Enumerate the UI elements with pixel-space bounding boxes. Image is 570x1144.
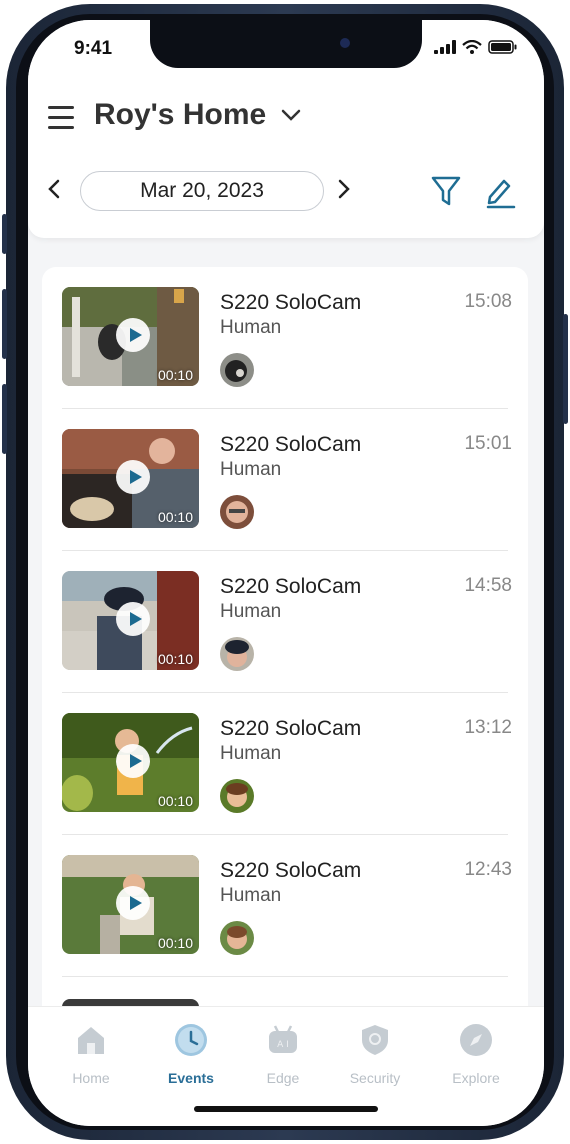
event-time: 14:58 (464, 575, 512, 596)
mute-switch (2, 214, 7, 254)
camera-name: S220 SoloCam (220, 291, 362, 314)
clip-duration: 00:10 (157, 651, 193, 667)
camera-name: S220 SoloCam (220, 859, 362, 882)
ai-robot-icon: A I (269, 1025, 297, 1053)
svg-text:A I: A I (277, 1040, 289, 1050)
camera-name: S220 SoloCam (220, 433, 362, 456)
tab-label: Security (349, 1070, 401, 1086)
tab-label: Events (168, 1070, 214, 1086)
next-date-icon[interactable] (336, 178, 352, 200)
clip-duration: 00:10 (157, 793, 193, 809)
filter-icon[interactable] (430, 174, 462, 208)
play-icon[interactable] (116, 886, 150, 920)
clip-duration: 00:10 (157, 509, 193, 525)
clip-duration: 00:10 (157, 935, 193, 951)
compass-icon (460, 1024, 492, 1056)
face-avatar[interactable] (220, 637, 254, 671)
event-row[interactable]: 00:10 S220 SoloCam Human 15:01 (42, 409, 528, 551)
date-picker[interactable]: Mar 20, 2023 (80, 171, 324, 211)
tab-edge[interactable]: A I Edge (238, 1023, 328, 1086)
event-row[interactable]: 00:10 S220 SoloCam Human 14:58 (42, 551, 528, 693)
notch (150, 20, 422, 68)
previous-date-icon[interactable] (46, 178, 62, 200)
signal-icon (434, 40, 456, 54)
event-time: 15:01 (464, 433, 512, 454)
clock-icon (175, 1024, 207, 1056)
play-icon[interactable] (116, 318, 150, 352)
event-type: Human (220, 743, 282, 764)
tab-home[interactable]: Home (46, 1023, 136, 1086)
play-icon[interactable] (116, 460, 150, 494)
power-button (563, 314, 568, 424)
event-time: 12:43 (464, 859, 512, 880)
edit-icon[interactable] (484, 175, 516, 209)
home-icon (78, 1027, 104, 1054)
camera-name: S220 SoloCam (220, 717, 362, 740)
tab-label: Edge (266, 1070, 300, 1086)
event-list[interactable]: 00:10 S220 SoloCam Human 15:08 00:10 S22… (42, 267, 528, 1047)
screen: Roy's Home Mar 20, 2023 9:41 00:10 S220 … (28, 20, 544, 1126)
tab-explore[interactable]: Explore (431, 1023, 521, 1086)
tab-events[interactable]: Events (146, 1023, 236, 1086)
event-thumbnail[interactable]: 00:10 (62, 429, 199, 528)
home-title[interactable]: Roy's Home (94, 98, 266, 132)
face-avatar[interactable] (220, 779, 254, 813)
play-icon[interactable] (116, 602, 150, 636)
event-type: Human (220, 601, 282, 622)
event-thumbnail[interactable]: 00:10 (62, 287, 199, 386)
event-type: Human (220, 317, 282, 338)
tab-label: Home (72, 1070, 110, 1086)
face-avatar[interactable] (220, 495, 254, 529)
tab-label: Explore (452, 1070, 500, 1086)
battery-icon (488, 40, 517, 54)
event-row[interactable]: 00:10 S220 SoloCam Human 12:43 (42, 835, 528, 977)
event-time: 13:12 (464, 717, 512, 738)
event-type: Human (220, 885, 282, 906)
wifi-icon (462, 40, 482, 54)
event-row[interactable]: 00:10 S220 SoloCam Human 15:08 (42, 267, 528, 409)
tab-security[interactable]: Security (330, 1023, 420, 1086)
hamburger-menu-icon[interactable] (48, 106, 74, 130)
home-indicator (194, 1106, 378, 1112)
event-thumbnail[interactable]: 00:10 (62, 713, 199, 812)
clip-duration: 00:10 (157, 367, 193, 383)
face-avatar[interactable] (220, 921, 254, 955)
shield-icon (362, 1025, 388, 1055)
play-icon[interactable] (116, 744, 150, 778)
volume-up-button (2, 289, 7, 359)
event-thumbnail[interactable]: 00:10 (62, 855, 199, 954)
event-row[interactable]: 00:10 S220 SoloCam Human 13:12 (42, 693, 528, 835)
volume-down-button (2, 384, 7, 454)
event-type: Human (220, 459, 282, 480)
event-thumbnail[interactable]: 00:10 (62, 571, 199, 670)
status-time: 9:41 (74, 38, 113, 59)
chevron-down-icon[interactable] (280, 108, 302, 122)
camera-name: S220 SoloCam (220, 575, 362, 598)
event-time: 15:08 (464, 291, 512, 312)
face-avatar[interactable] (220, 353, 254, 387)
